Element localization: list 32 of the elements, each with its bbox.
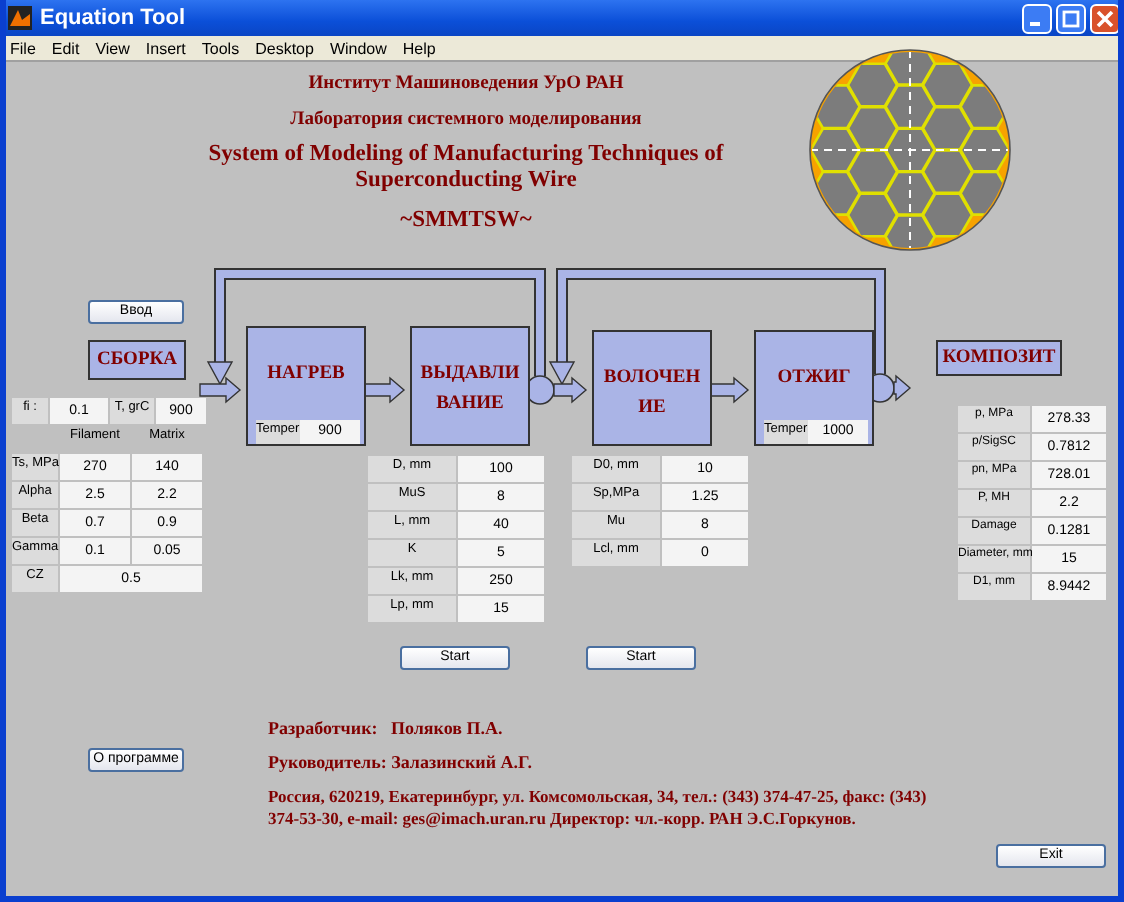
institute-name: Институт Машиноведения УрО РАН (308, 72, 624, 98)
menu-item[interactable]: Desktop (255, 39, 314, 57)
contact-info: Россия, 620219, Екатеринбург, ул. Комсомольская, 34, тел.: (343) 374-47-25, факс: (343) 374-53-30, e-mail: ges@imach.uran.ru Директор: чл.-корр. РАН Э.С.Горкунов. (268, 786, 929, 830)
maximize-button[interactable] (1056, 3, 1086, 33)
window-title: Equation Tool (40, 6, 188, 30)
composite-label: КОМПОЗИТ (942, 348, 1056, 368)
flow-arrow (893, 374, 912, 402)
minimize-button[interactable] (1022, 3, 1052, 33)
system-acronym: ~SMMTSW~ (400, 208, 532, 234)
stage-label: ВЫДАВЛИВАНИЕ (418, 362, 522, 418)
developer-credit: Разработчик: Поляков П.А. (268, 718, 503, 738)
menu-item[interactable]: Insert (145, 39, 186, 57)
menu-item[interactable]: Help (402, 39, 436, 57)
menu-item[interactable]: View (95, 39, 130, 57)
menu-item[interactable]: Tools (201, 39, 240, 57)
stage-label: ВОЛОЧЕНИЕ (601, 366, 703, 422)
close-button[interactable] (1090, 3, 1118, 33)
flow-arrow (553, 376, 588, 404)
stage-label: НАГРЕВ (265, 362, 347, 388)
assembly-label: СБОРКА (96, 350, 178, 370)
close-icon (1096, 9, 1114, 27)
lab-name: Лаборатория системного моделирования (290, 108, 642, 134)
menu-item[interactable]: Edit (51, 39, 80, 57)
minimize-icon (1030, 21, 1040, 25)
menu-item[interactable]: File (10, 39, 36, 57)
app-icon (8, 6, 32, 30)
maximize-icon (1062, 9, 1080, 27)
flow-arrow (199, 376, 242, 404)
stage-label: ОТЖИГ (775, 366, 853, 392)
supervisor-credit: Руководитель: Залазинский А.Г. (268, 752, 532, 772)
system-title: System of Modeling of Manufacturing Techniques of Superconducting Wire (206, 142, 726, 194)
menu-item[interactable]: Window (329, 39, 387, 57)
